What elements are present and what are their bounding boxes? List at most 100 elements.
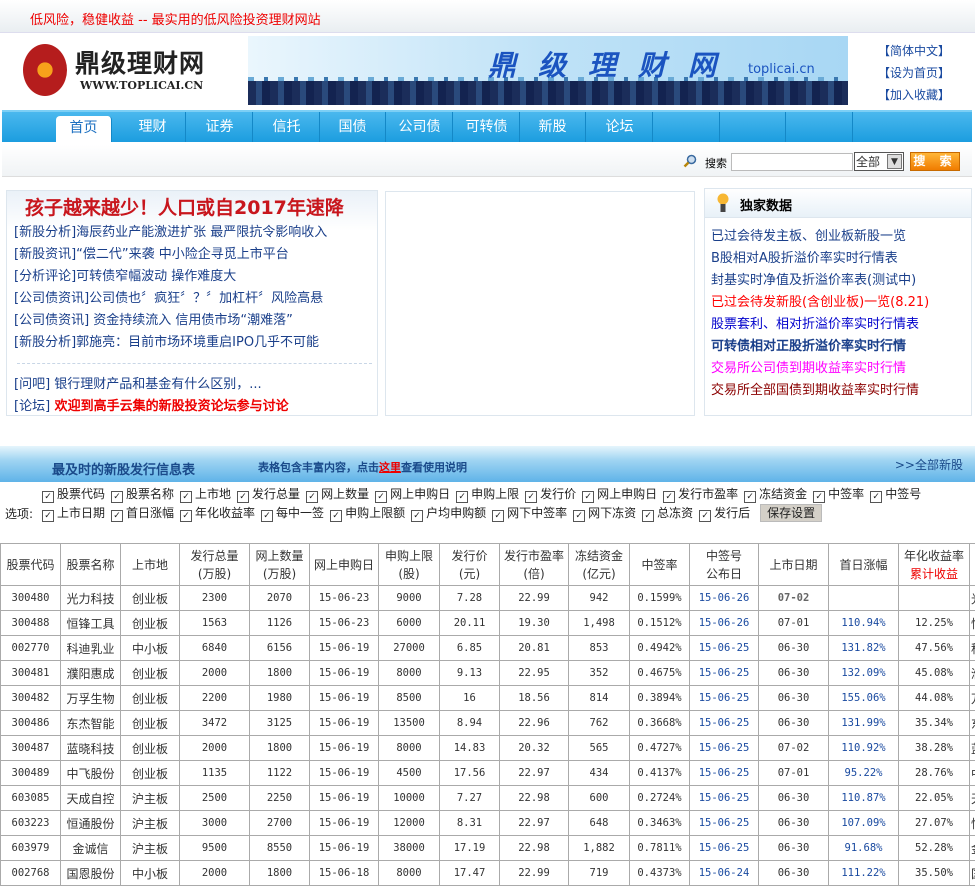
table-row[interactable]: 603085 天成自控 沪主板 2500 2250 15-06-19 10000 7.27 22… bbox=[0, 785, 975, 811]
option-checkbox[interactable]: ✓ bbox=[411, 510, 424, 522]
all-ipos-link[interactable]: >>全部新股 bbox=[895, 456, 963, 473]
column-option[interactable]: ✓ 发行价 bbox=[525, 485, 576, 504]
table-cell[interactable]: 15-06-24 bbox=[689, 860, 759, 886]
table-cell[interactable]: 恒通股份 bbox=[60, 810, 121, 836]
option-checkbox[interactable]: ✓ bbox=[375, 491, 388, 503]
option-checkbox[interactable]: ✓ bbox=[180, 491, 193, 503]
news-category[interactable]: [论坛] bbox=[14, 399, 50, 414]
usage-help-link[interactable]: 这里 bbox=[379, 461, 401, 474]
option-checkbox[interactable]: ✓ bbox=[42, 491, 54, 503]
column-option[interactable]: ✓ 年化收益率 bbox=[180, 504, 255, 523]
option-checkbox[interactable]: ✓ bbox=[699, 510, 712, 522]
column-option[interactable]: ✓ 申购上限 bbox=[456, 485, 519, 504]
column-option[interactable]: ✓ 冻结资金 bbox=[744, 485, 807, 504]
table-cell[interactable]: 15-06-25 bbox=[689, 785, 759, 811]
table-row[interactable]: 300481 濮阳惠成 创业板 2000 1800 15-06-19 8000 9.13 22.… bbox=[0, 660, 975, 686]
column-header[interactable]: 上市日期 bbox=[758, 543, 829, 586]
column-option[interactable]: ✓ 中签号 bbox=[870, 485, 921, 504]
option-checkbox[interactable]: ✓ bbox=[573, 510, 586, 522]
table-cell[interactable]: 15-06-26 bbox=[689, 610, 759, 636]
exclusive-link[interactable]: 可转债相对正股折溢价率实时行情 bbox=[711, 335, 906, 354]
column-header[interactable]: 股票代码 bbox=[0, 543, 61, 586]
news-item[interactable]: [问吧] 银行理财产品和基金有什么区别，... bbox=[14, 373, 262, 392]
option-checkbox[interactable]: ✓ bbox=[42, 510, 54, 522]
nav-licai[interactable]: 理财 bbox=[120, 112, 186, 142]
table-cell[interactable]: 15-06-25 bbox=[689, 635, 759, 661]
table-row[interactable]: 300480 光力科技 创业板 2300 2070 15-06-23 9000 7.28 22.… bbox=[0, 585, 975, 611]
table-cell[interactable]: 15-06-25 bbox=[689, 810, 759, 836]
option-checkbox[interactable]: ✓ bbox=[111, 510, 124, 522]
table-cell[interactable]: 光力科技 bbox=[60, 585, 121, 611]
table-cell[interactable]: 濮阳惠成 bbox=[60, 660, 121, 686]
column-option[interactable]: ✓ 中签率 bbox=[813, 485, 864, 504]
link-simplified-chinese[interactable]: 【简体中文】 bbox=[878, 40, 968, 62]
table-row[interactable]: 300489 中飞股份 创业板 1135 1122 15-06-19 4500 17.56 22… bbox=[0, 760, 975, 786]
column-header[interactable]: 网上申购日 bbox=[309, 543, 379, 586]
table-cell[interactable]: 国恩股份 bbox=[60, 860, 121, 886]
news-title[interactable]: 可转债窄幅波动 操作难度大 bbox=[76, 269, 236, 284]
option-checkbox[interactable]: ✓ bbox=[261, 510, 274, 522]
search-button[interactable]: 搜 索 bbox=[910, 152, 960, 171]
column-option[interactable]: ✓ 股票名称 bbox=[111, 485, 174, 504]
table-cell[interactable]: 蓝晓科技 bbox=[60, 735, 121, 761]
column-header[interactable]: 发行价 (元) bbox=[439, 543, 500, 586]
table-row[interactable]: 300488 恒锋工具 创业板 1563 1126 15-06-23 6000 20.11 19… bbox=[0, 610, 975, 636]
link-add-favorite[interactable]: 【加入收藏】 bbox=[878, 84, 968, 106]
table-cell[interactable]: 中飞股份 bbox=[60, 760, 121, 786]
option-checkbox[interactable]: ✓ bbox=[642, 510, 655, 522]
news-item[interactable]: [分析评论]可转债窄幅波动 操作难度大 bbox=[14, 265, 236, 284]
exclusive-link[interactable]: B股相对A股折溢价率实时行情表 bbox=[711, 247, 898, 266]
option-checkbox[interactable]: ✓ bbox=[456, 491, 469, 503]
table-row[interactable]: 603223 恒通股份 沪主板 3000 2700 15-06-19 12000 8.31 22… bbox=[0, 810, 975, 836]
column-header[interactable]: 发行市盈率 (倍) bbox=[499, 543, 569, 586]
table-cell[interactable]: 恒锋工具 bbox=[60, 610, 121, 636]
table-cell[interactable]: 万孚生物 bbox=[60, 685, 121, 711]
column-header[interactable]: 股 bbox=[969, 543, 975, 586]
news-item[interactable]: [新股分析]海辰药业产能激进扩张 最严限抗令影响收入 bbox=[14, 221, 327, 240]
option-checkbox[interactable]: ✓ bbox=[744, 491, 757, 503]
nav-forum[interactable]: 论坛 bbox=[587, 112, 653, 142]
column-header[interactable]: 申购上限 (股) bbox=[378, 543, 440, 586]
table-cell[interactable]: 15-06-25 bbox=[689, 660, 759, 686]
table-row[interactable]: 002768 国恩股份 中小板 2000 1800 15-06-18 8000 17.47 22… bbox=[0, 860, 975, 886]
headline-link[interactable]: 孩子越来越少！人口或自2017年速降 bbox=[25, 193, 344, 220]
option-checkbox[interactable]: ✓ bbox=[330, 510, 343, 522]
option-checkbox[interactable]: ✓ bbox=[492, 510, 505, 522]
table-cell[interactable]: 15-06-25 bbox=[689, 835, 759, 861]
news-title[interactable]: “偿二代”来袭 中小险企寻觅上市平台 bbox=[76, 247, 289, 262]
news-category[interactable]: [新股资讯] bbox=[14, 247, 76, 262]
table-cell[interactable]: 15-06-25 bbox=[689, 760, 759, 786]
news-item[interactable]: [论坛] 欢迎到高手云集的新股投资论坛参与讨论 bbox=[14, 395, 289, 414]
news-item[interactable]: [公司债资讯] 资金持续流入 信用债市场“潮难落” bbox=[14, 309, 293, 328]
column-option[interactable]: ✓ 发行市盈率 bbox=[663, 485, 738, 504]
column-header[interactable]: 中签率 bbox=[629, 543, 690, 586]
column-option[interactable]: ✓ 网上申购日 bbox=[582, 485, 657, 504]
exclusive-link[interactable]: 已过会待发新股(含创业板)一览(8.21) bbox=[711, 291, 929, 310]
table-cell[interactable]: 15-06-25 bbox=[689, 685, 759, 711]
exclusive-link[interactable]: 股票套利、相对折溢价率实时行情表 bbox=[711, 313, 919, 332]
site-logo[interactable]: 鼎级理财网 WWW.TOPLICAI.CN bbox=[20, 42, 220, 100]
option-checkbox[interactable]: ✓ bbox=[525, 491, 538, 503]
nav-corporate-bond[interactable]: 公司债 bbox=[387, 112, 453, 142]
news-item[interactable]: [新股资讯]“偿二代”来袭 中小险企寻觅上市平台 bbox=[14, 243, 289, 262]
column-option[interactable]: ✓ 网上数量 bbox=[306, 485, 369, 504]
option-checkbox[interactable]: ✓ bbox=[111, 491, 124, 503]
table-row[interactable]: 300482 万孚生物 创业板 2200 1980 15-06-19 8500 16 18.56… bbox=[0, 685, 975, 711]
option-checkbox[interactable]: ✓ bbox=[582, 491, 595, 503]
nav-securities[interactable]: 证券 bbox=[187, 112, 253, 142]
table-cell[interactable]: 天成自控 bbox=[60, 785, 121, 811]
news-category[interactable]: [新股分析] bbox=[14, 335, 76, 350]
news-title[interactable]: 资金持续流入 信用债市场“潮难落” bbox=[89, 313, 293, 328]
column-option[interactable]: ✓ 申购上限额 bbox=[330, 504, 405, 523]
news-title[interactable]: 银行理财产品和基金有什么区别，... bbox=[50, 377, 261, 392]
column-header[interactable]: 网上数量 (万股) bbox=[249, 543, 310, 586]
option-checkbox[interactable]: ✓ bbox=[870, 491, 883, 503]
exclusive-link[interactable]: 交易所公司债到期收益率实时行情 bbox=[711, 357, 906, 376]
column-header[interactable]: 上市地 bbox=[120, 543, 180, 586]
table-cell[interactable]: 金诚信 bbox=[60, 835, 121, 861]
nav-convertible[interactable]: 可转债 bbox=[454, 112, 520, 142]
column-option[interactable]: ✓ 总冻资 bbox=[642, 504, 693, 523]
column-header[interactable]: 股票名称 bbox=[60, 543, 121, 586]
exclusive-link[interactable]: 交易所全部国债到期收益率实时行情 bbox=[711, 379, 919, 398]
news-category[interactable]: [公司债资讯] bbox=[14, 313, 89, 328]
